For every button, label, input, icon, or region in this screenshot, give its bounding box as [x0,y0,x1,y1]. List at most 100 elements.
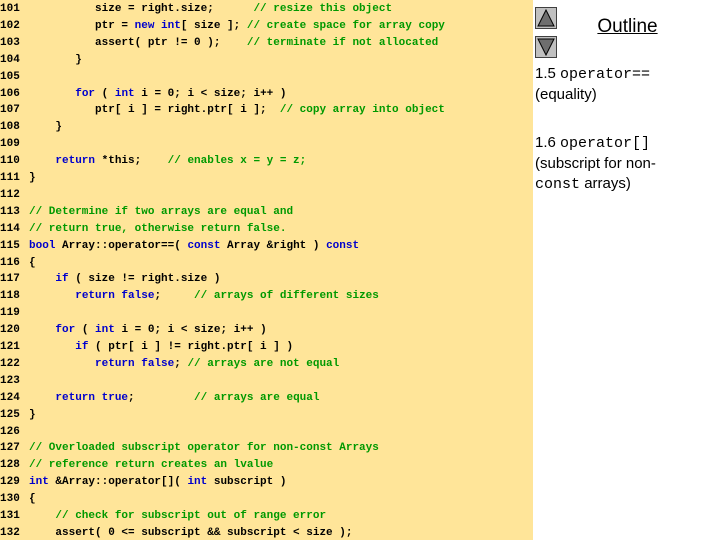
line-number: 106 [0,87,20,100]
line-number: 110 [0,155,20,168]
code-line: 109 [0,136,29,153]
note-text: (equality) [535,86,597,103]
outline-title[interactable]: Outline [580,16,675,38]
code-keyword: return [55,155,96,168]
note-text: arrays) [584,175,631,192]
code-listing: 101 size = right.size; // resize this ob… [0,0,533,540]
next-slide-button[interactable] [535,36,557,58]
code-keyword: for [55,324,76,337]
code-keyword: const [326,239,360,252]
note-code: operator[] [560,135,651,152]
code-line: 102 ptr = new int[ size ]; // create spa… [0,18,445,35]
code-text: subscript ) [207,476,287,489]
code-line: 115 bool Array::operator==( const Array &… [0,238,359,255]
line-number: 105 [0,70,20,83]
code-keyword: for [75,87,96,100]
line-number: 132 [0,526,20,539]
code-line: 113 // Determine if two arrays are equal … [0,204,293,221]
code-comment: // create space for array copy [246,19,445,32]
line-number: 103 [0,36,20,49]
code-comment: // Determine if two arrays are equal and [29,205,294,218]
note-number: 1.6 [535,134,556,151]
code-comment: // check for subscript out of range erro… [55,510,327,522]
code-line: 107 ptr[ i ] = right.ptr[ i ]; // copy a… [0,102,445,119]
line-number: 127 [0,442,20,455]
line-number: 121 [0,341,20,353]
triangle-down-icon [537,38,555,57]
code-line: 105 [0,69,29,86]
code-line: 125} [0,407,36,424]
code-text: ; [174,357,188,370]
code-text: { [29,256,36,269]
code-line: 106 for ( int i = 0; i < size; i++ ) [0,86,286,103]
line-number: 108 [0,121,20,134]
line-number: 104 [0,53,20,66]
code-keyword: int [29,476,49,489]
code-keyword: return false [75,290,155,303]
code-text: [ size ]; [180,19,247,32]
line-number: 101 [0,3,20,15]
code-line: 132 assert( 0 <= subscript && subscript … [0,525,352,540]
note-number: 1.5 [535,65,556,82]
code-keyword: if [75,341,89,353]
line-number: 123 [0,374,20,387]
code-text: i = 0; i < size; i++ ) [134,87,287,100]
code-text: size = right.size; [29,3,254,15]
line-number: 111 [0,172,20,184]
code-keyword: new int [134,19,181,32]
line-number: 129 [0,476,20,489]
code-line: 114 // return true, otherwise return fals… [0,221,286,238]
code-text: } [29,408,36,421]
code-keyword: int [95,324,115,337]
code-line: 129 int &Array::operator[]( int subscript… [0,474,286,491]
code-text: assert( 0 <= subscript && subscript < si… [29,526,353,539]
code-text: *this; [95,155,168,168]
code-text: assert( ptr != 0 ); [29,36,247,49]
code-line: 120 for ( int i = 0; i < size; i++ ) [0,322,267,339]
line-number: 113 [0,205,20,218]
code-line: 108 } [0,119,62,136]
code-text: ( [95,87,115,100]
code-comment: // copy array into object [279,104,445,117]
line-number: 107 [0,104,20,117]
line-number: 125 [0,408,20,421]
code-text: ptr = [29,19,135,32]
code-comment: // return true, otherwise return false. [29,222,287,235]
code-comment: // arrays are equal [194,391,320,404]
code-line: 101 size = right.size; // resize this ob… [0,1,392,18]
code-text: { [29,493,36,506]
code-line: 116 { [0,255,36,272]
triangle-up-icon [537,8,555,27]
code-line: 104 } [0,52,82,69]
code-text: ; [128,391,195,404]
code-line: 131 // check for subscript out of range … [0,508,326,525]
line-number: 120 [0,324,20,337]
code-text: ( [75,324,96,337]
line-number: 128 [0,459,20,472]
note-code: const [535,176,581,193]
code-comment: // Overloaded subscript operator for non… [29,442,379,455]
code-text: ( size != right.size ) [68,273,221,286]
code-line: 110 return *this; // enables x = y = z; [0,153,306,170]
code-comment: // terminate if not allocated [246,36,439,49]
line-number: 102 [0,19,20,32]
code-comment: // reference return creates an lvalue [29,459,274,472]
previous-slide-button[interactable] [535,7,557,29]
code-text: } [29,53,82,66]
code-comment: // resize this object [253,3,393,15]
code-comment: // enables x = y = z; [167,155,307,168]
line-number: 115 [0,239,20,252]
line-number: 116 [0,256,20,269]
line-number: 122 [0,357,20,370]
code-line: 112 [0,187,29,204]
note-code: operator== [560,66,651,83]
code-text: ptr[ i ] = right.ptr[ i ]; [29,104,280,117]
